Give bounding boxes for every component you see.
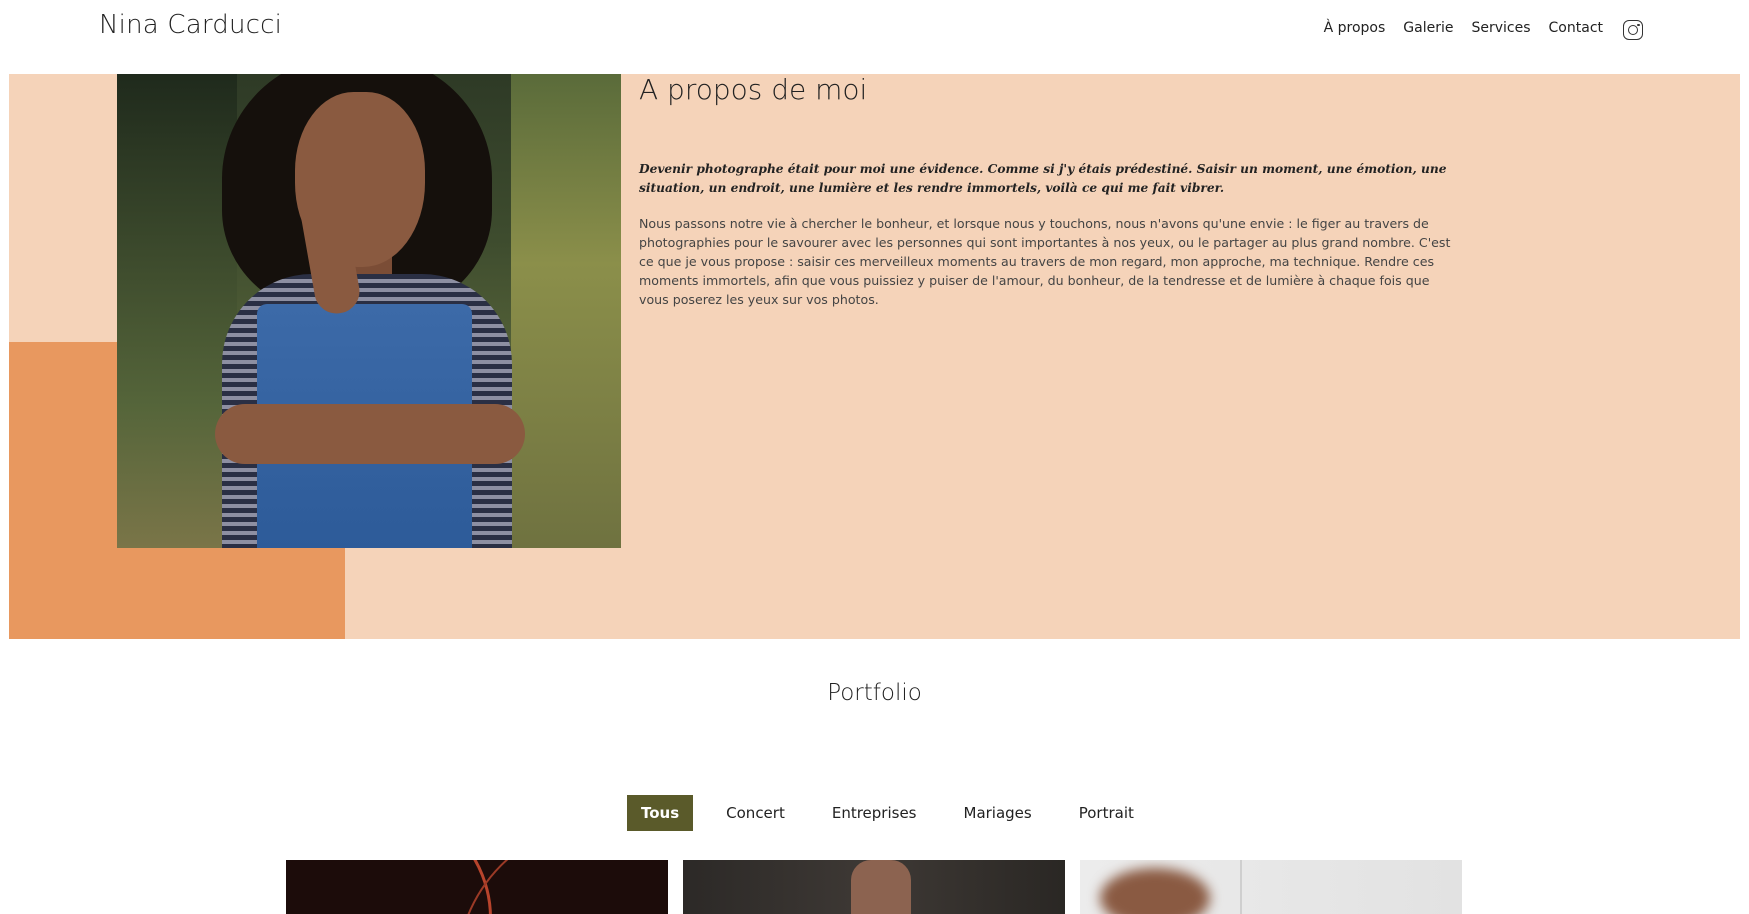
gallery-image-wedding[interactable] [1080,860,1462,914]
main-nav: À propos Galerie Services Contact [1324,18,1643,40]
brand-name[interactable]: Nina Carducci [99,10,282,40]
filter-entreprises[interactable]: Entreprises [818,796,931,830]
filter-tous[interactable]: Tous [627,795,694,831]
site-header: Nina Carducci À propos Galerie Services … [0,0,1749,74]
about-title: A propos de moi [639,73,868,106]
about-body: Nous passons notre vie à chercher le bon… [639,216,1451,307]
gallery-grid [286,860,1462,914]
nav-link-about[interactable]: À propos [1324,20,1386,36]
filter-mariages[interactable]: Mariages [950,796,1046,830]
about-quote: Devenir photographe était pour moi une é… [639,162,1447,195]
nav-link-gallery[interactable]: Galerie [1403,20,1453,36]
portfolio-filters: Tous Concert Entreprises Mariages Portra… [627,795,1167,831]
gallery-image-portrait[interactable] [683,860,1065,914]
nav-link-services[interactable]: Services [1471,20,1530,36]
about-section: A propos de moi Devenir photographe étai… [9,74,1740,639]
filter-concert[interactable]: Concert [712,796,799,830]
portrait-photo [117,74,621,548]
gallery-image-concert[interactable] [286,860,668,914]
filter-portrait[interactable]: Portrait [1065,796,1148,830]
portfolio-title: Portfolio [827,680,922,706]
nav-link-contact[interactable]: Contact [1549,20,1603,36]
instagram-icon[interactable] [1623,20,1643,40]
about-text: A propos de moi Devenir photographe étai… [639,74,1454,309]
